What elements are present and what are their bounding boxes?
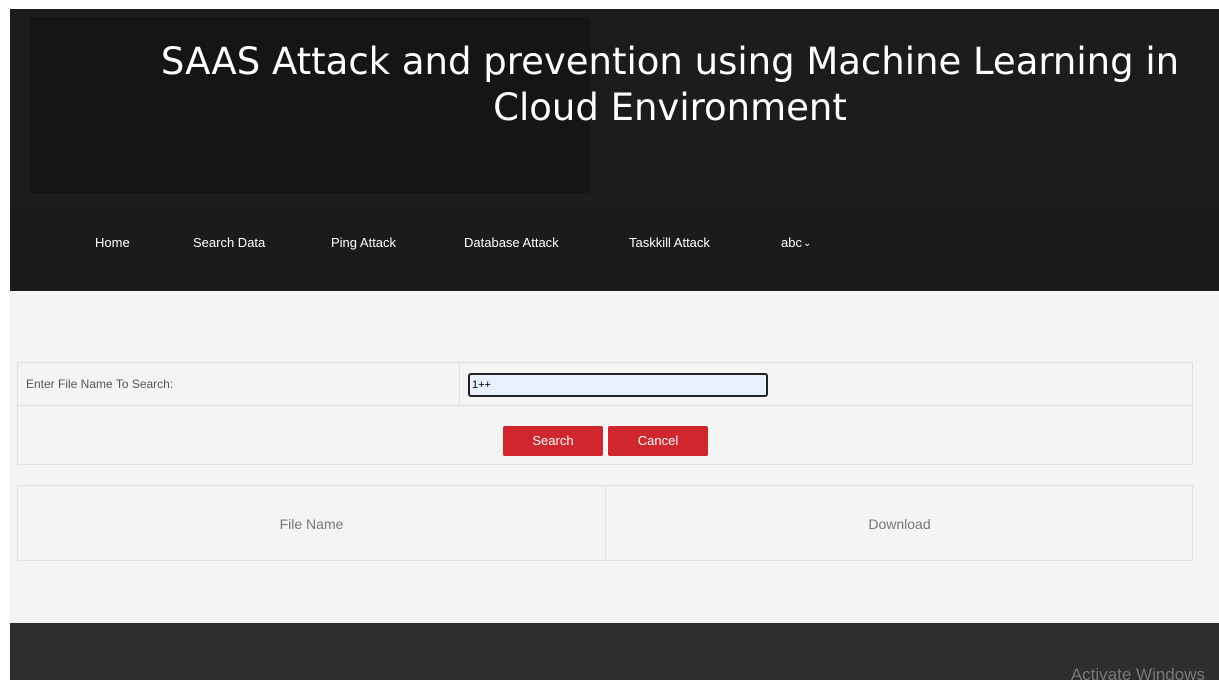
page-frame: SAAS Attack and prevention using Machine… [10,9,1219,680]
cancel-button[interactable]: Cancel [608,426,708,456]
results-table: File Name Download [17,485,1193,561]
search-button[interactable]: Search [503,426,603,456]
search-form-row: Enter File Name To Search: [18,363,1192,406]
file-name-search-input[interactable] [468,373,768,397]
nav-abc-dropdown[interactable]: abc⌄ [781,235,811,250]
activate-windows-watermark: Activate Windows [1070,665,1205,680]
column-header-download: Download [868,516,931,532]
main-nav: Home Search Data Ping Attack Database At… [10,205,1219,291]
form-divider [459,363,460,405]
file-name-label: Enter File Name To Search: [26,377,174,391]
site-header: SAAS Attack and prevention using Machine… [10,9,1219,205]
nav-taskkill-attack[interactable]: Taskkill Attack [629,235,710,250]
nav-abc-label: abc [781,235,802,250]
chevron-down-icon: ⌄ [802,238,812,249]
site-footer: Activate Windows [10,623,1219,680]
nav-ping-attack[interactable]: Ping Attack [331,235,396,250]
nav-home[interactable]: Home [95,235,130,250]
nav-search-data[interactable]: Search Data [193,235,265,250]
column-header-file-name: File Name [279,516,344,532]
site-title: SAAS Attack and prevention using Machine… [160,40,1180,129]
search-form: Enter File Name To Search: Search Cancel [17,362,1193,465]
nav-database-attack[interactable]: Database Attack [464,235,559,250]
